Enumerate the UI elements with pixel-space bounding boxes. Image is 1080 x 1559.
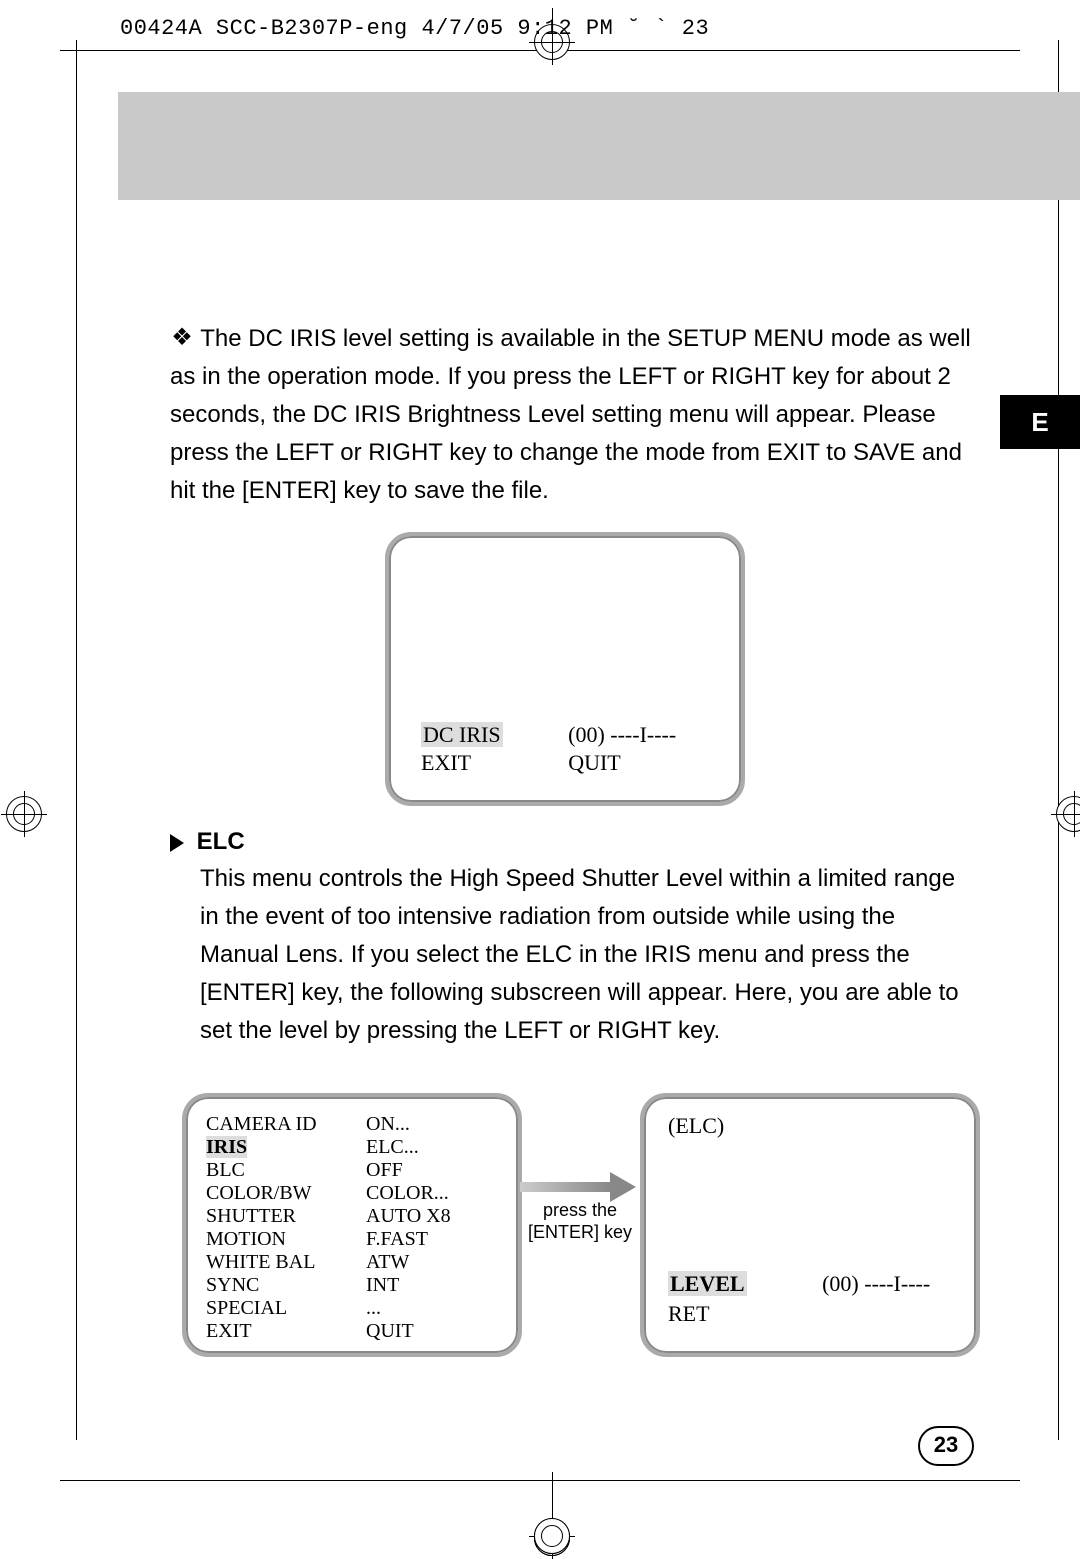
paragraph1-text: The DC IRIS level setting is available i… (170, 325, 971, 504)
menu-row: WHITE BALATW (206, 1251, 498, 1274)
paragraph-dc-iris: ❖ The DC IRIS level setting is available… (170, 320, 980, 510)
elc-section-heading: ELC (170, 828, 245, 856)
menu-value: QUIT (366, 1320, 414, 1343)
paragraph-elc: This menu controls the High Speed Shutte… (200, 860, 978, 1050)
press-enter-label: press the [ENTER] key (528, 1200, 632, 1243)
language-tab: E (1000, 395, 1080, 449)
exit-label: EXIT (421, 750, 471, 775)
paragraph2-text: This menu controls the High Speed Shutte… (200, 865, 959, 1044)
press-enter-line1: press the (528, 1200, 632, 1222)
menu-key: SHUTTER (206, 1205, 366, 1228)
menu-row: EXITQUIT (206, 1320, 498, 1343)
dc-iris-label: DC IRIS (421, 722, 503, 747)
clover-bullet-icon: ❖ (170, 319, 194, 357)
menu-value: INT (366, 1274, 399, 1297)
menu-key: MOTION (206, 1228, 366, 1251)
setup-menu-screen-box: CAMERA IDON...IRISELC...BLCOFFCOLOR/BWCO… (182, 1093, 522, 1357)
level-value: (00) ----I---- (822, 1271, 930, 1296)
menu-value: ON... (366, 1113, 410, 1136)
menu-key: CAMERA ID (206, 1113, 366, 1136)
menu-row: SHUTTERAUTO X8 (206, 1205, 498, 1228)
quit-label: QUIT (568, 750, 621, 776)
menu-row: IRISELC... (206, 1136, 498, 1159)
elc-heading-text: ELC (197, 828, 245, 855)
header-banner (118, 92, 1080, 200)
print-slug: 00424A SCC-B2307P-eng 4/7/05 9:12 PM ˘ `… (120, 16, 709, 41)
menu-key: BLC (206, 1159, 366, 1182)
menu-key: SPECIAL (206, 1297, 366, 1320)
setup-menu-list: CAMERA IDON...IRISELC...BLCOFFCOLOR/BWCO… (186, 1097, 518, 1359)
menu-value: ELC... (366, 1136, 419, 1159)
elc-subscreen-title: (ELC) (668, 1113, 952, 1139)
elc-subscreen-box: (ELC) LEVEL (00) ----I---- RET (640, 1093, 980, 1357)
menu-key: IRIS (206, 1136, 366, 1159)
menu-key: EXIT (206, 1320, 366, 1343)
triangle-right-icon (170, 834, 184, 852)
dc-iris-screen-box: DC IRIS (00) ----I---- EXIT QUIT (385, 532, 745, 806)
menu-row: BLCOFF (206, 1159, 498, 1182)
menu-row: MOTIONF.FAST (206, 1228, 498, 1251)
menu-key: COLOR/BW (206, 1182, 366, 1205)
menu-row: SYNCINT (206, 1274, 498, 1297)
arrow-right-icon (520, 1182, 610, 1192)
content-area: ❖ The DC IRIS level setting is available… (170, 320, 980, 510)
menu-row: CAMERA IDON... (206, 1113, 498, 1136)
level-label: LEVEL (668, 1271, 747, 1296)
menu-value: F.FAST (366, 1228, 428, 1251)
menu-row: SPECIAL... (206, 1297, 498, 1320)
menu-value: OFF (366, 1159, 403, 1182)
page-number: 23 (918, 1426, 974, 1466)
ret-label: RET (668, 1301, 710, 1326)
menu-row: COLOR/BWCOLOR... (206, 1182, 498, 1205)
menu-value: AUTO X8 (366, 1205, 451, 1228)
press-enter-line2: [ENTER] key (528, 1222, 632, 1244)
menu-value: ATW (366, 1251, 409, 1274)
dc-iris-value: (00) ----I---- (568, 722, 676, 748)
menu-key: SYNC (206, 1274, 366, 1297)
menu-value: ... (366, 1297, 381, 1320)
menu-value: COLOR... (366, 1182, 449, 1205)
menu-key: WHITE BAL (206, 1251, 366, 1274)
